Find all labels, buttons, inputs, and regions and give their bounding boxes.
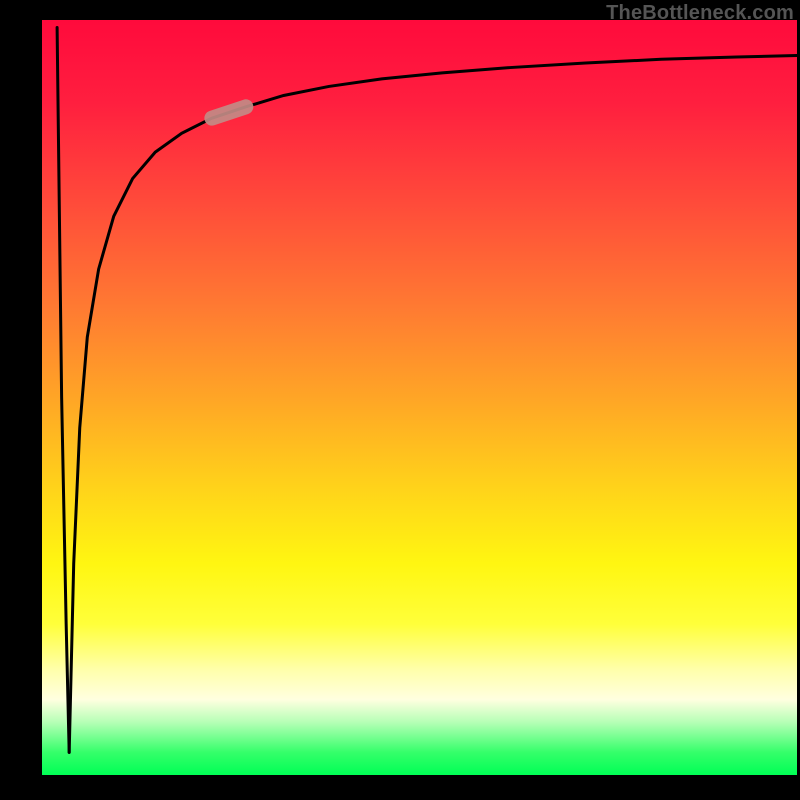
curve-layer <box>42 20 797 775</box>
curve-group <box>57 28 797 753</box>
recovery-curve-path <box>69 55 797 752</box>
chart-stage: TheBottleneck.com <box>0 0 800 800</box>
attribution-text: TheBottleneck.com <box>606 2 794 25</box>
highlight-segment-path <box>212 107 246 118</box>
left-spike-path <box>57 28 69 753</box>
